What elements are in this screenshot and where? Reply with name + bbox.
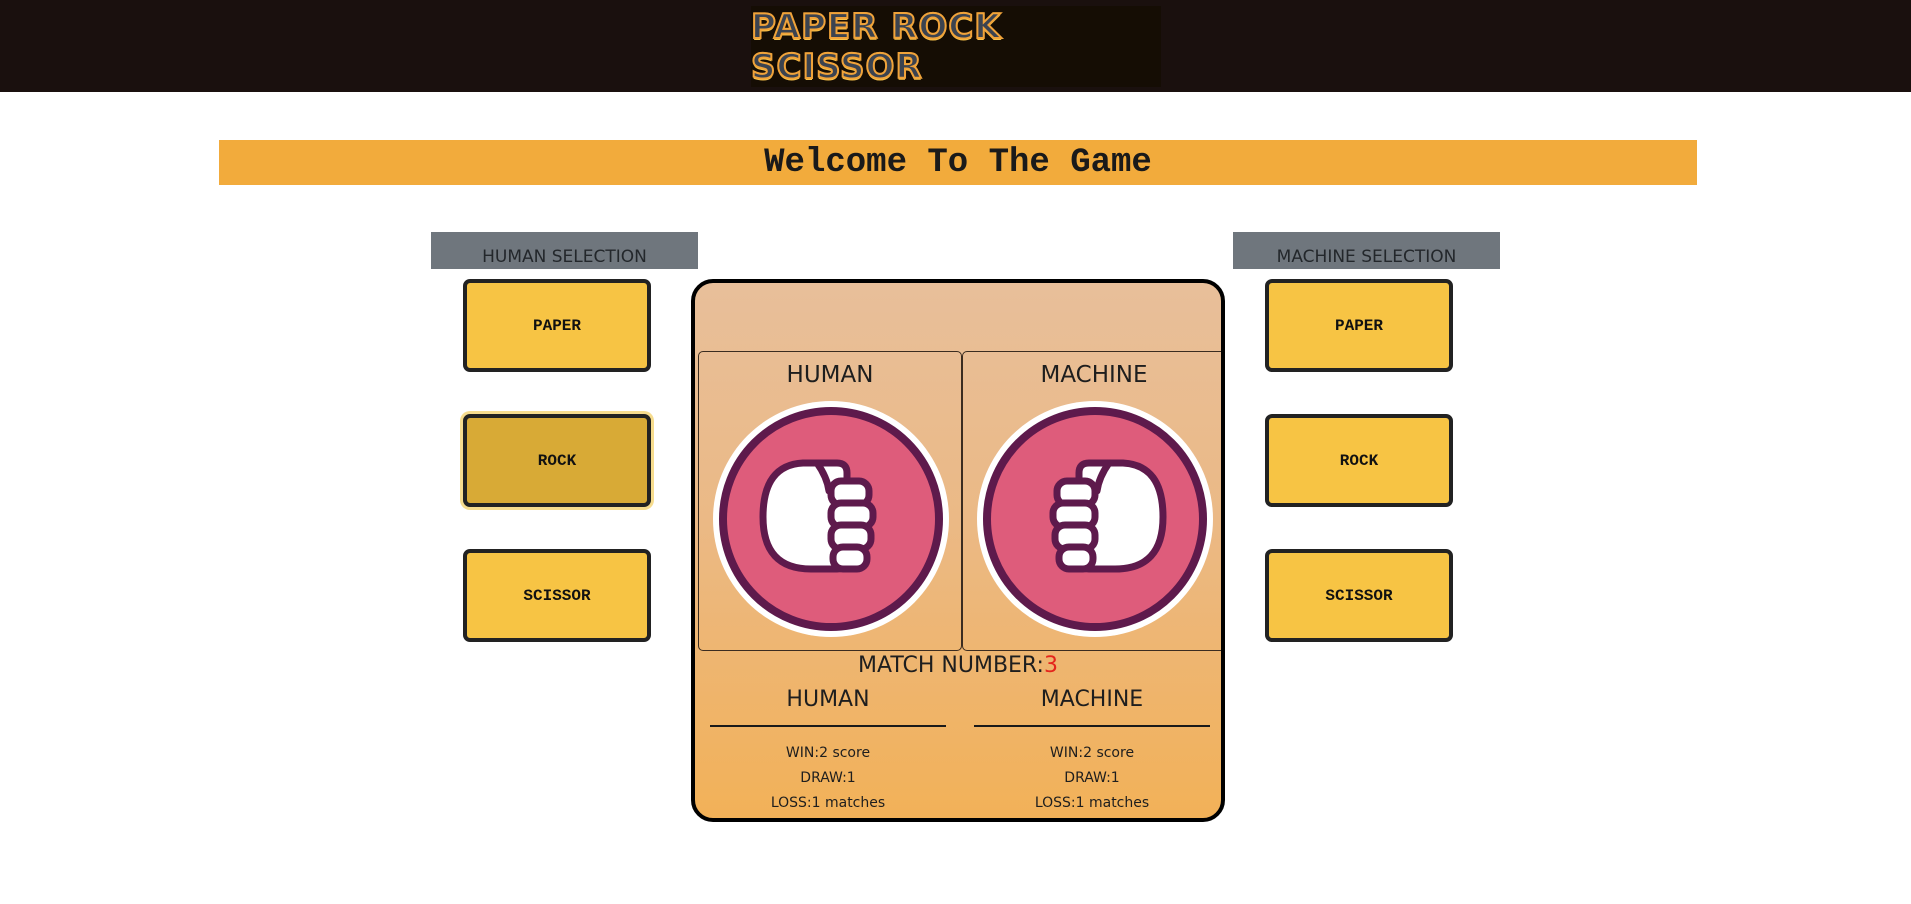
machine-score-divider bbox=[974, 725, 1210, 727]
machine-panel-title: MACHINE bbox=[1040, 362, 1148, 388]
human-scissor-button[interactable]: SCISSOR bbox=[463, 549, 651, 642]
machine-scissor-button[interactable]: SCISSOR bbox=[1265, 549, 1453, 642]
game-logo: PAPER ROCK SCISSOR bbox=[750, 6, 1161, 88]
welcome-title: Welcome To The Game bbox=[764, 143, 1152, 182]
human-rock-button[interactable]: ROCK bbox=[463, 414, 651, 507]
rock-fist-icon bbox=[711, 399, 951, 639]
human-paper-button[interactable]: PAPER bbox=[463, 279, 651, 372]
match-number: MATCH NUMBER:3 bbox=[695, 653, 1221, 678]
human-score-name: HUMAN bbox=[786, 687, 870, 712]
machine-rock-button[interactable]: ROCK bbox=[1265, 414, 1453, 507]
machine-hand-panel: MACHINE bbox=[962, 351, 1221, 651]
machine-loss-count: LOSS:1 matches bbox=[1034, 795, 1150, 811]
machine-selection-header: MACHINE SELECTION bbox=[1233, 232, 1500, 269]
machine-paper-label: PAPER bbox=[1334, 316, 1383, 335]
machine-paper-button[interactable]: PAPER bbox=[1265, 279, 1453, 372]
human-selection-title: HUMAN SELECTION bbox=[482, 247, 647, 267]
rock-fist-icon bbox=[975, 399, 1215, 639]
game-arena: HUMAN MACHINE MATCH NUMBER:3 HUMAN WIN:2… bbox=[691, 279, 1225, 822]
human-score-divider bbox=[710, 725, 946, 727]
machine-selection-title: MACHINE SELECTION bbox=[1276, 247, 1457, 267]
human-selection-header: HUMAN SELECTION bbox=[431, 232, 698, 269]
human-panel-title: HUMAN bbox=[786, 362, 874, 388]
machine-scoreboard: MACHINE WIN:2 score DRAW:1 LOSS:1 matche… bbox=[974, 687, 1210, 816]
logo-text: PAPER ROCK SCISSOR bbox=[750, 6, 1002, 88]
machine-score-name: MACHINE bbox=[1040, 687, 1144, 712]
machine-win-count: WIN:2 score bbox=[1049, 745, 1135, 761]
welcome-banner: Welcome To The Game bbox=[219, 140, 1697, 185]
human-loss-count: LOSS:1 matches bbox=[770, 795, 886, 811]
human-draw-count: DRAW:1 bbox=[800, 770, 856, 786]
human-rock-label: ROCK bbox=[537, 451, 577, 470]
machine-scissor-label: SCISSOR bbox=[1325, 586, 1393, 605]
human-paper-label: PAPER bbox=[532, 316, 581, 335]
human-win-count: WIN:2 score bbox=[785, 745, 871, 761]
match-number-value: 3 bbox=[1043, 653, 1058, 678]
human-scoreboard: HUMAN WIN:2 score DRAW:1 LOSS:1 matches bbox=[710, 687, 946, 816]
match-number-label: MATCH NUMBER: bbox=[858, 653, 1044, 678]
top-bar: PAPER ROCK SCISSOR bbox=[0, 0, 1911, 92]
machine-rock-label: ROCK bbox=[1339, 451, 1379, 470]
human-scissor-label: SCISSOR bbox=[523, 586, 591, 605]
human-hand-panel: HUMAN bbox=[698, 351, 962, 651]
machine-draw-count: DRAW:1 bbox=[1064, 770, 1120, 786]
